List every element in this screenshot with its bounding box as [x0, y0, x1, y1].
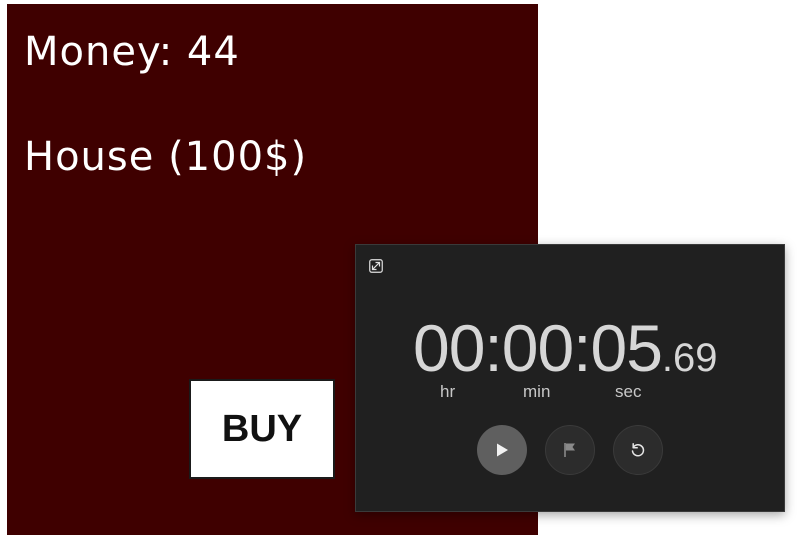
reset-icon [631, 443, 645, 457]
money-label: Money: 44 [24, 29, 240, 75]
stopwatch-window: 00:00:05.69 hr min sec [355, 244, 785, 512]
elapsed-time-fraction: .69 [661, 336, 718, 380]
play-icon [497, 443, 508, 457]
expand-icon[interactable] [368, 258, 384, 274]
elapsed-time: 00:00:05.69 [413, 313, 727, 383]
elapsed-time-main: 00:00:05 [413, 313, 663, 383]
buy-button[interactable]: BUY [189, 379, 335, 479]
unit-min: min [523, 382, 551, 401]
flag-icon [564, 443, 575, 457]
house-price-label: House (100$) [24, 134, 308, 180]
unit-hr: hr [440, 382, 456, 401]
play-button[interactable] [477, 425, 527, 475]
unit-sec: sec [615, 382, 642, 401]
lap-button[interactable] [545, 425, 595, 475]
reset-button[interactable] [613, 425, 663, 475]
